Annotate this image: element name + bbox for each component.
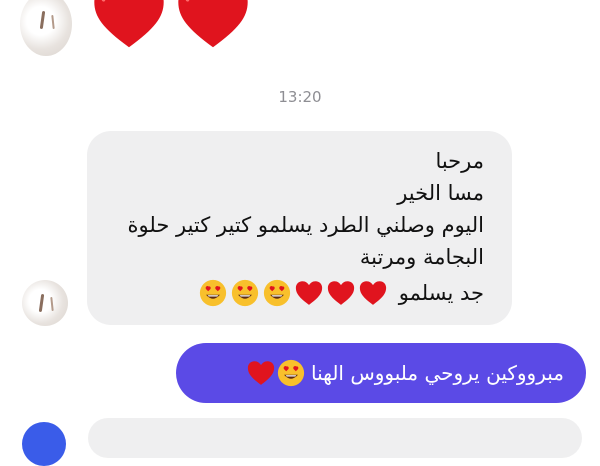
red-heart-icon: [359, 281, 386, 305]
message-line: جد يسلمو: [398, 281, 484, 305]
message-last-line: جد يسلمو: [99, 277, 484, 309]
red-heart-icon: [247, 361, 275, 385]
message-line: مسا الخير: [397, 181, 484, 205]
reaction-hearts: [92, 0, 250, 50]
incoming-message-bubble[interactable]: مرحبا مسا الخير اليوم وصلني الطرد يسلمو …: [87, 131, 512, 325]
sender-avatar[interactable]: [22, 280, 68, 326]
message-input[interactable]: [88, 418, 582, 458]
message-composer: [0, 416, 600, 466]
sender-avatar[interactable]: [20, 0, 72, 56]
red-heart-icon: [295, 281, 322, 305]
message-timestamp: 13:20: [278, 88, 322, 106]
outgoing-message-bubble[interactable]: مبرووكين يروحي ملبووس الهنا: [176, 343, 586, 403]
message-text: مبرووكين يروحي ملبووس الهنا: [310, 361, 564, 385]
heart-eyes-icon: [199, 279, 226, 307]
heart-eyes-icon: [231, 279, 258, 307]
heart-eyes-icon: [277, 359, 305, 387]
message-line: اليوم وصلني الطرد يسلمو كتير كتير حلوة: [127, 213, 484, 237]
red-heart-icon: [327, 281, 354, 305]
camera-button[interactable]: [22, 422, 66, 466]
message-line: البجامة ومرتبة: [359, 245, 484, 269]
message-line: مرحبا: [435, 149, 484, 173]
heart-icon: [178, 0, 248, 48]
heart-eyes-icon: [263, 279, 290, 307]
heart-icon: [94, 0, 164, 48]
